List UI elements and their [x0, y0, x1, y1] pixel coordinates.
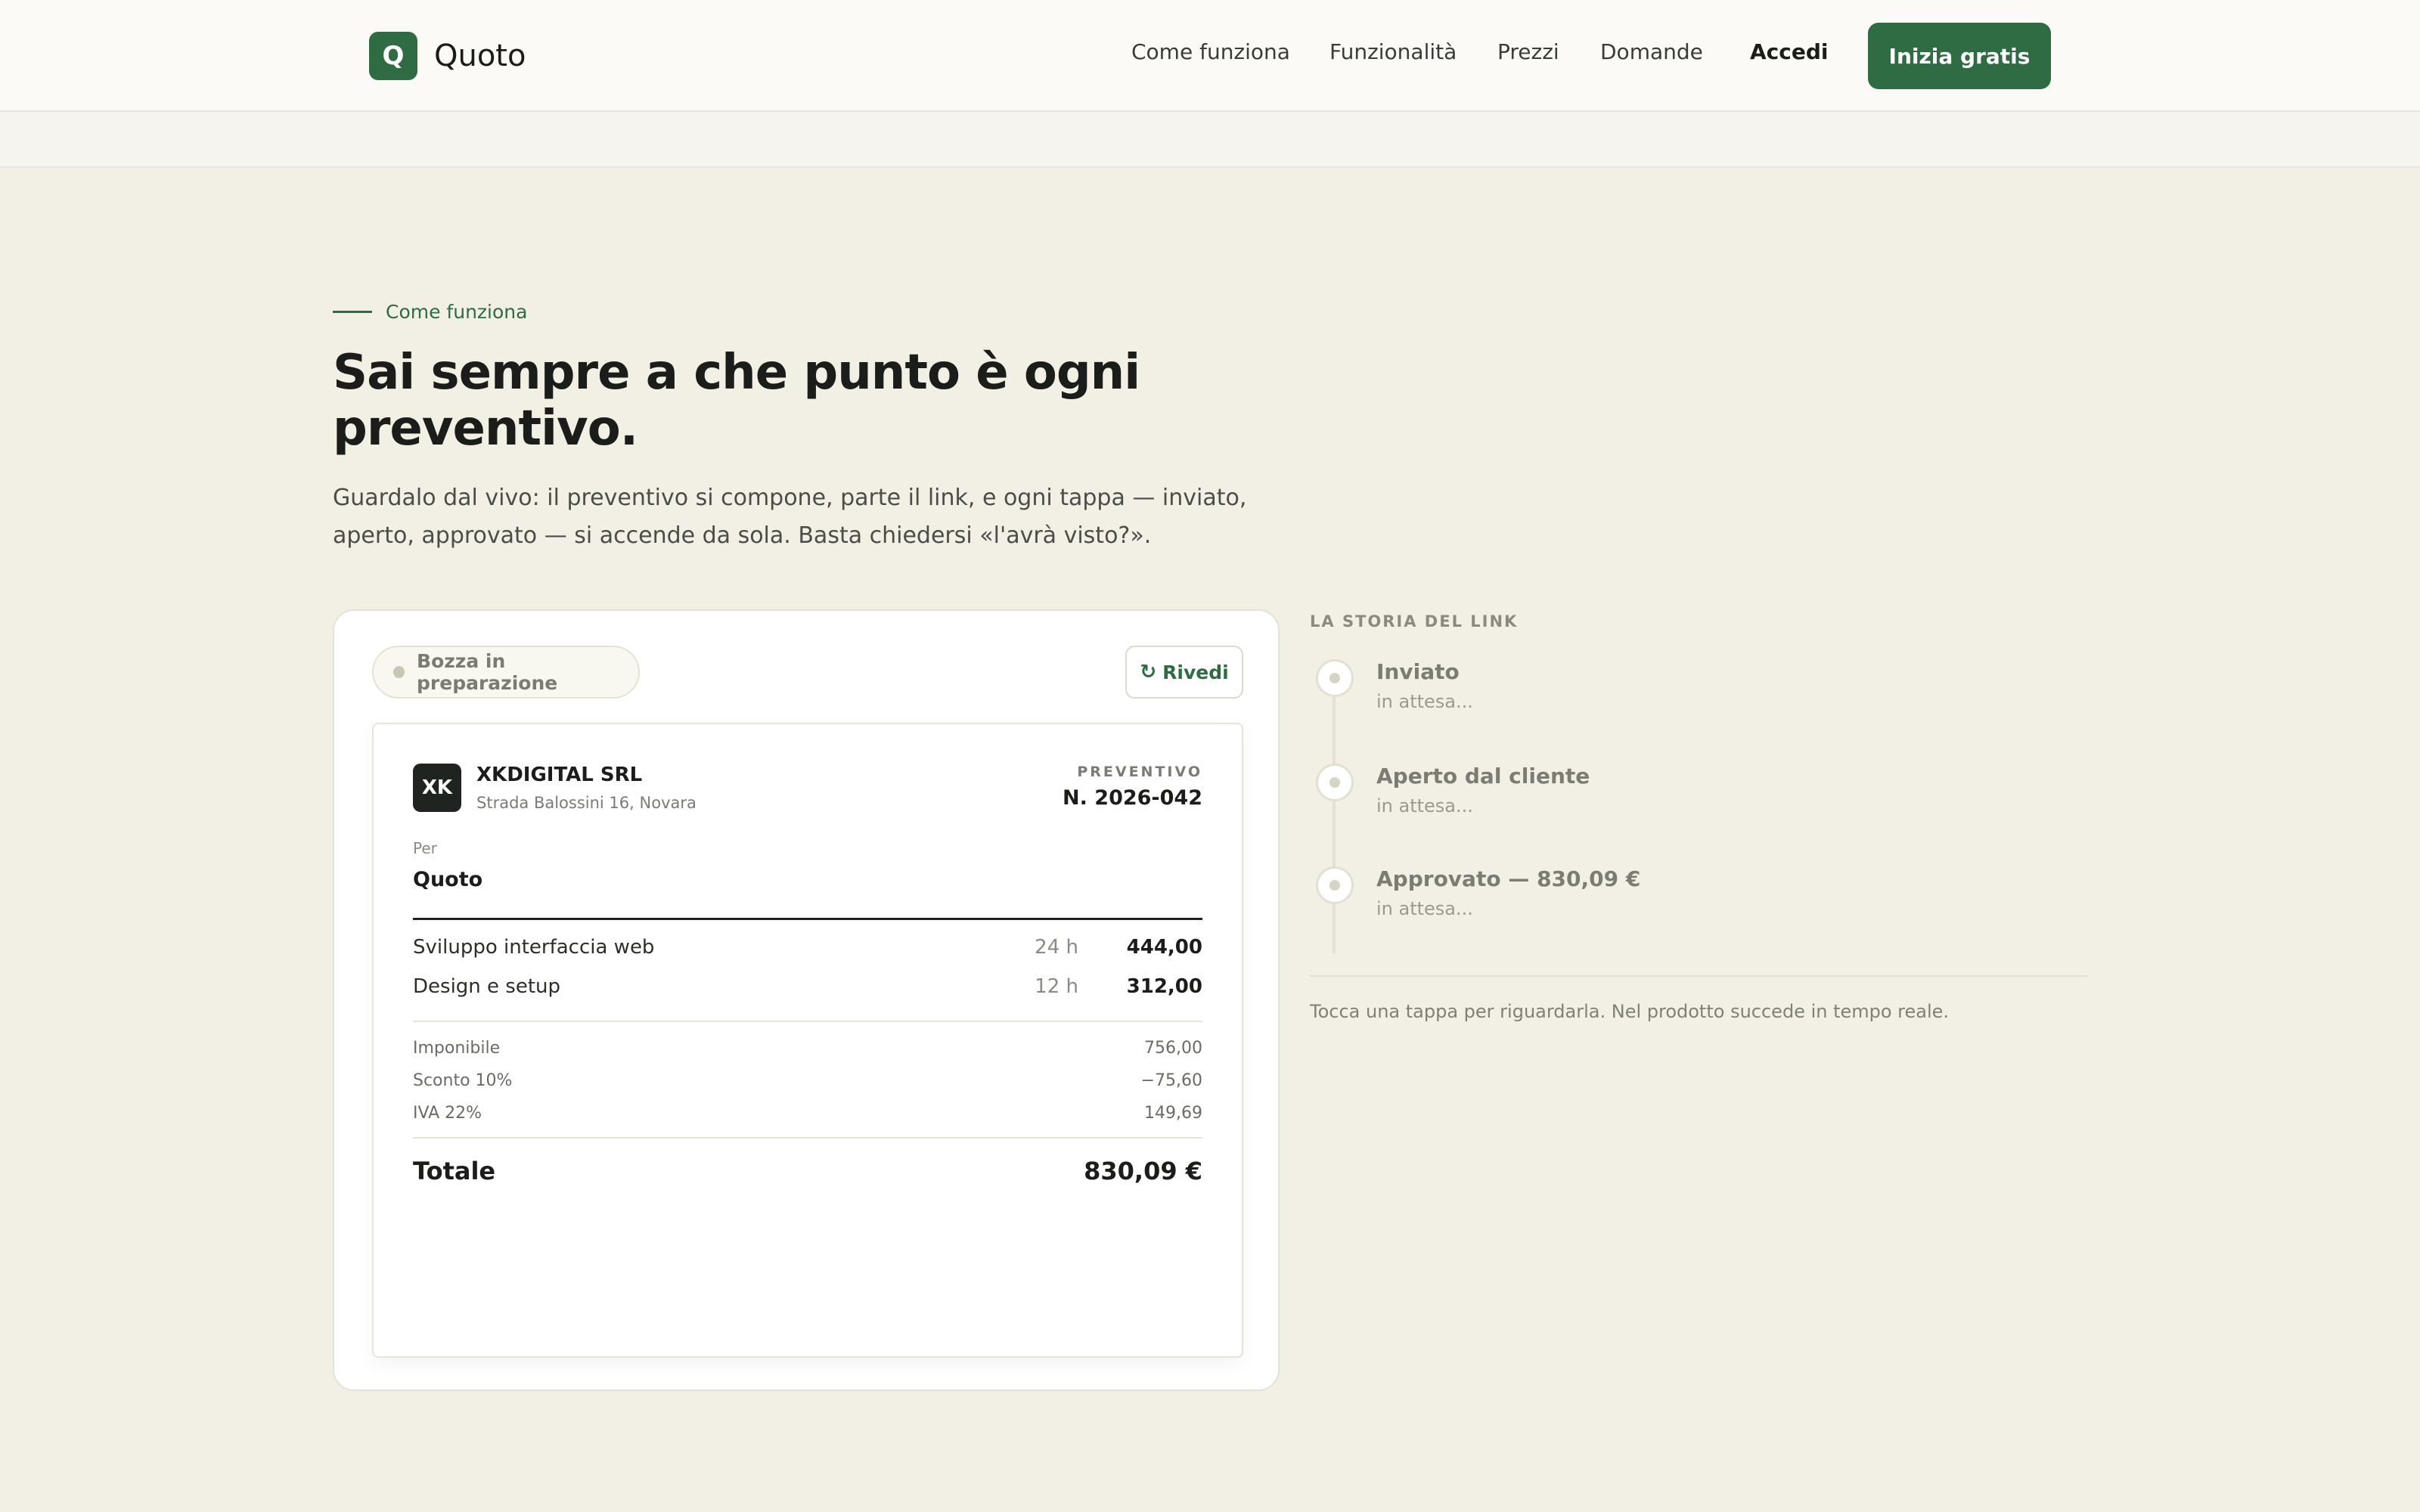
section-headline: Sai sempre a che punto è ogni preventivo… — [333, 345, 1140, 457]
timeline-node-icon — [1316, 764, 1354, 801]
login-link[interactable]: Accedi — [1750, 39, 1829, 64]
company-name: XKDIGITAL SRL — [476, 764, 643, 786]
line-item-description: Sviluppo interfaccia web — [413, 936, 655, 959]
summary-label: Sconto 10% — [413, 1071, 513, 1090]
timeline-note: Tocca una tappa per riguardarla. Nel pro… — [1310, 1001, 1950, 1022]
line-item-quantity: 24 h — [1035, 936, 1078, 959]
recipient-label: Per — [413, 839, 437, 857]
brand-name: Quoto — [434, 39, 526, 73]
node-dot — [1329, 673, 1340, 683]
summary-row-taxable: Imponibile 756,00 — [413, 1039, 1202, 1058]
summary-value: 756,00 — [1144, 1039, 1202, 1058]
nav-item-come-funziona[interactable]: Come funziona — [1131, 39, 1290, 64]
quote-document: XK XKDIGITAL SRL Strada Balossini 16, No… — [372, 723, 1243, 1358]
status-text: Bozza in preparazione — [417, 650, 558, 694]
timeline-title: LA STORIA DEL LINK — [1310, 612, 1519, 631]
line-item: Sviluppo interfaccia web 24 h 444,00 — [413, 936, 1202, 966]
line-item-description: Design e setup — [413, 975, 561, 998]
eyebrow-line — [333, 311, 372, 313]
timeline-step-status: in attesa... — [1376, 795, 1473, 816]
summary-divider — [413, 1021, 1202, 1022]
top-navigation-bar: Q Quoto Come funziona Funzionalità Prezz… — [0, 0, 2420, 112]
line-item-quantity: 12 h — [1035, 975, 1078, 998]
nav-item-prezzi[interactable]: Prezzi — [1497, 39, 1559, 64]
timeline-step-status: in attesa... — [1376, 898, 1473, 919]
items-divider — [413, 918, 1202, 920]
total-value: 830,09 € — [1084, 1157, 1202, 1185]
line-item: Design e setup 12 h 312,00 — [413, 975, 1202, 1005]
header-sub-strip — [0, 112, 2420, 168]
replay-label: Rivedi — [1162, 661, 1229, 683]
company-address: Strada Balossini 16, Novara — [476, 794, 697, 812]
document-number: N. 2026-042 — [1063, 786, 1202, 810]
quote-demo-card: Bozza in preparazione ↻ Rivedi XK XKDIGI… — [333, 609, 1280, 1391]
node-dot — [1329, 777, 1340, 788]
recipient-name: Quoto — [413, 868, 483, 891]
timeline-divider — [1310, 975, 2087, 977]
section-lead: Guardalo dal vivo: il preventivo si comp… — [333, 485, 1247, 549]
total-row: Totale 830,09 € — [413, 1157, 1202, 1185]
timeline-node-icon — [1316, 659, 1354, 697]
brand-logo[interactable]: Q Quoto — [369, 32, 526, 80]
line-item-amount: 312,00 — [1126, 975, 1202, 998]
timeline-step-label: Approvato — 830,09 € — [1376, 866, 1641, 891]
total-divider — [413, 1137, 1202, 1139]
total-label: Totale — [413, 1157, 496, 1185]
timeline-step-status: in attesa... — [1376, 691, 1473, 712]
start-free-button[interactable]: Inizia gratis — [1868, 23, 2051, 89]
summary-value: −75,60 — [1140, 1071, 1202, 1090]
node-dot — [1329, 880, 1340, 891]
status-badge: Bozza in preparazione — [372, 646, 640, 699]
replay-icon: ↻ — [1140, 661, 1157, 683]
status-dot-icon — [393, 666, 405, 678]
logo-mark-icon: Q — [369, 32, 417, 80]
section-eyebrow: Come funziona — [333, 301, 527, 323]
summary-value: 149,69 — [1144, 1104, 1202, 1123]
nav-item-domande[interactable]: Domande — [1600, 39, 1703, 64]
line-item-amount: 444,00 — [1126, 936, 1202, 959]
timeline-connector — [1333, 680, 1336, 954]
document-kind: PREVENTIVO — [1077, 764, 1202, 780]
summary-label: IVA 22% — [413, 1104, 482, 1123]
timeline-step-label: Inviato — [1376, 659, 1460, 684]
timeline-step-label: Aperto dal cliente — [1376, 764, 1590, 789]
company-avatar: XK — [413, 764, 461, 812]
summary-label: Imponibile — [413, 1039, 501, 1058]
summary-row-discount: Sconto 10% −75,60 — [413, 1071, 1202, 1090]
timeline-node-icon — [1316, 866, 1354, 904]
eyebrow-text: Come funziona — [386, 301, 528, 323]
nav-item-funzionalita[interactable]: Funzionalità — [1329, 39, 1457, 64]
summary-row-vat: IVA 22% 149,69 — [413, 1104, 1202, 1123]
replay-button[interactable]: ↻ Rivedi — [1125, 646, 1243, 699]
